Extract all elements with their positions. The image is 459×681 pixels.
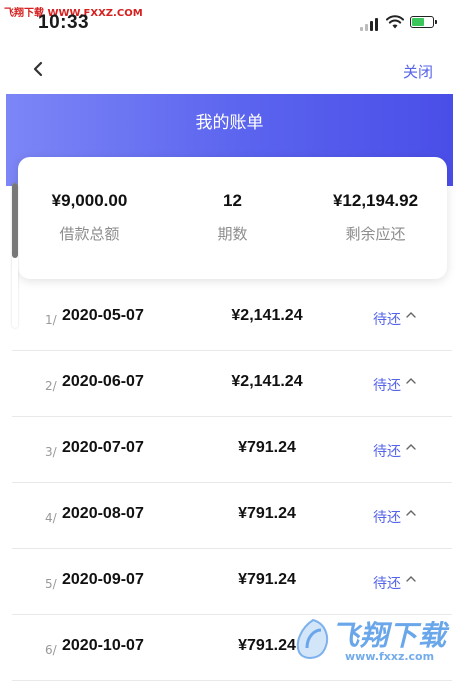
bill-date: 2020-06-07 (62, 373, 144, 390)
chevron-up-icon[interactable] (405, 442, 417, 452)
page-title: 我的账单 (195, 113, 264, 133)
bill-index: 6/ (45, 643, 57, 657)
chevron-up-icon[interactable] (405, 508, 417, 518)
summary-loan-total: ¥9,000.00 借款总额 (18, 191, 161, 244)
signal-icon (360, 17, 380, 31)
bill-amount: ¥791.24 (238, 439, 296, 456)
loan-total-label: 借款总额 (59, 225, 120, 243)
summary-remaining: ¥12,194.92 剩余应还 (304, 191, 447, 244)
bill-index: 2/ (45, 379, 57, 393)
summary-periods: 12 期数 (161, 191, 304, 244)
remaining-value: ¥12,194.92 (332, 191, 419, 210)
bill-date: 2020-07-07 (62, 439, 144, 456)
bill-index: 4/ (45, 511, 57, 525)
bill-row[interactable]: 2/ 2020-06-07 ¥2,141.24 待还 (12, 351, 452, 417)
bill-status: 待还 (373, 378, 401, 394)
bill-index: 3/ (45, 445, 57, 459)
bill-date: 2020-10-07 (62, 637, 144, 654)
nav-bar: 关闭 (0, 48, 459, 92)
close-button[interactable]: 关闭 (403, 61, 433, 82)
remaining-label: 剩余应还 (345, 225, 406, 243)
chevron-up-icon[interactable] (405, 574, 417, 584)
watermark-url: www.fxxz.com (345, 650, 435, 663)
watermark-icon (296, 618, 329, 659)
bill-date: 2020-08-07 (62, 505, 144, 522)
chevron-up-icon[interactable] (405, 376, 417, 386)
chevron-up-icon[interactable] (405, 310, 417, 320)
bill-amount: ¥2,141.24 (231, 373, 303, 390)
status-time: 10:33 (38, 12, 90, 33)
loan-total-value: ¥9,000.00 (51, 191, 128, 210)
periods-value: 12 (223, 191, 242, 210)
bill-amount: ¥791.24 (238, 505, 296, 522)
chevron-left-icon[interactable] (28, 56, 50, 82)
bill-status: 待还 (373, 510, 401, 526)
bill-row[interactable]: 1/ 2020-05-07 ¥2,141.24 待还 (12, 285, 452, 351)
scrollbar-thumb[interactable] (12, 183, 18, 258)
bill-index: 5/ (45, 577, 57, 591)
bill-row[interactable]: 4/ 2020-08-07 ¥791.24 待还 (12, 483, 452, 549)
bill-row[interactable]: 5/ 2020-09-07 ¥791.24 待还 (12, 549, 452, 615)
watermark-logo: 飞翔下载 www.fxxz.com (293, 612, 459, 670)
summary-card: ¥9,000.00 借款总额 12 期数 ¥12,194.92 剩余应还 (18, 157, 447, 279)
periods-label: 期数 (217, 225, 248, 243)
wifi-icon (386, 15, 404, 29)
bill-status: 待还 (373, 444, 401, 460)
bill-status: 待还 (373, 312, 401, 328)
status-bar: 飞翔下载 WWW.FXXZ.COM 10:33 (0, 0, 459, 40)
bill-date: 2020-05-07 (62, 307, 144, 324)
bill-index: 1/ (45, 313, 57, 327)
watermark-brand: 飞翔下载 (331, 619, 448, 652)
bill-amount: ¥2,141.24 (231, 307, 303, 324)
bill-amount: ¥791.24 (238, 571, 296, 588)
battery-icon (410, 16, 437, 28)
bill-row[interactable]: 3/ 2020-07-07 ¥791.24 待还 (12, 417, 452, 483)
bill-date: 2020-09-07 (62, 571, 144, 588)
bill-status: 待还 (373, 576, 401, 592)
